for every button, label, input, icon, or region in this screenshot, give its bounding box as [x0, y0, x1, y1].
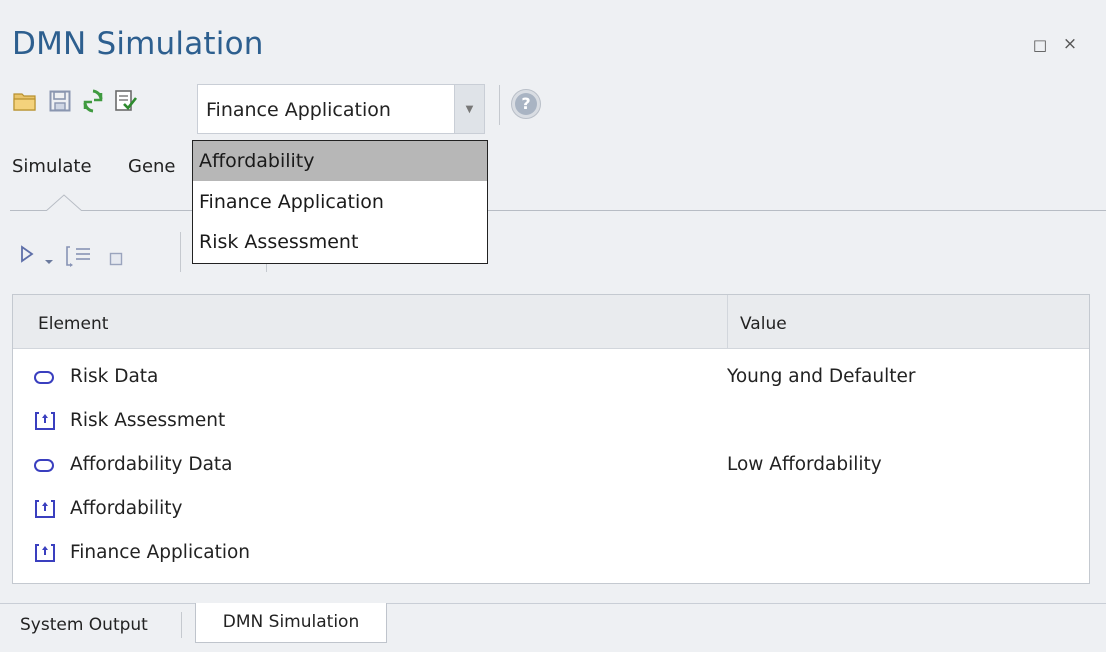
decision-icon — [34, 543, 56, 563]
tab-dmn-simulation[interactable]: DMN Simulation — [195, 603, 387, 643]
tab-generate[interactable]: Gene — [128, 156, 176, 177]
tab-divider — [10, 210, 1106, 211]
row-value: Young and Defaulter — [727, 366, 916, 387]
help-icon[interactable]: ? — [511, 89, 541, 119]
dropdown-option-risk-assessment[interactable]: Risk Assessment — [193, 222, 487, 262]
simulation-results-table[interactable]: Element Value Risk Data Young and Defaul… — [12, 294, 1090, 584]
decision-icon — [34, 499, 56, 519]
row-element: Risk Assessment — [70, 410, 226, 431]
column-header-element[interactable]: Element — [38, 314, 108, 334]
input-data-icon — [34, 367, 56, 387]
refresh-icon[interactable] — [80, 88, 106, 114]
help-glyph: ? — [515, 93, 537, 115]
row-element: Risk Data — [70, 366, 159, 387]
step-icon[interactable] — [66, 245, 94, 272]
row-value: Low Affordability — [727, 454, 882, 475]
model-select-dropdown[interactable]: Affordability Finance Application Risk A… — [192, 140, 488, 264]
chevron-down-icon[interactable]: ▼ — [454, 85, 484, 133]
validate-icon[interactable] — [113, 88, 139, 114]
model-select-value: Finance Application — [206, 99, 391, 121]
run-icon[interactable] — [20, 245, 34, 268]
tab-simulate[interactable]: Simulate — [12, 156, 92, 177]
column-divider[interactable] — [727, 295, 728, 349]
row-element: Affordability Data — [70, 454, 233, 475]
column-header-value[interactable]: Value — [740, 314, 787, 334]
close-icon[interactable]: × — [1061, 35, 1079, 53]
save-icon[interactable] — [47, 88, 73, 114]
bottom-tab-divider — [181, 612, 182, 638]
table-row[interactable]: Finance Application — [13, 531, 1089, 575]
dropdown-option-finance-application[interactable]: Finance Application — [193, 182, 487, 222]
row-element: Finance Application — [70, 542, 251, 563]
tab-system-output[interactable]: System Output — [10, 609, 158, 641]
table-row[interactable]: Risk Data Young and Defaulter — [13, 355, 1089, 399]
table-row[interactable]: Affordability — [13, 487, 1089, 531]
sim-toolbar-divider — [180, 232, 181, 272]
table-row[interactable]: Affordability Data Low Affordability — [13, 443, 1089, 487]
bottom-tab-bar — [0, 603, 1106, 652]
run-options-chevron-icon[interactable] — [44, 250, 54, 271]
dropdown-option-affordability[interactable]: Affordability — [193, 141, 487, 181]
model-select[interactable]: Finance Application ▼ — [197, 84, 485, 134]
window-title: DMN Simulation — [12, 26, 264, 62]
table-header: Element Value — [13, 295, 1089, 349]
toolbar-divider — [499, 85, 500, 125]
open-folder-icon[interactable] — [12, 88, 38, 114]
active-tab-indicator — [46, 194, 82, 212]
decision-icon — [34, 411, 56, 431]
row-element: Affordability — [70, 498, 183, 519]
input-data-icon — [34, 455, 56, 475]
restore-icon[interactable]: □ — [1031, 36, 1049, 54]
stop-icon[interactable] — [109, 250, 123, 271]
table-row[interactable]: Risk Assessment — [13, 399, 1089, 443]
